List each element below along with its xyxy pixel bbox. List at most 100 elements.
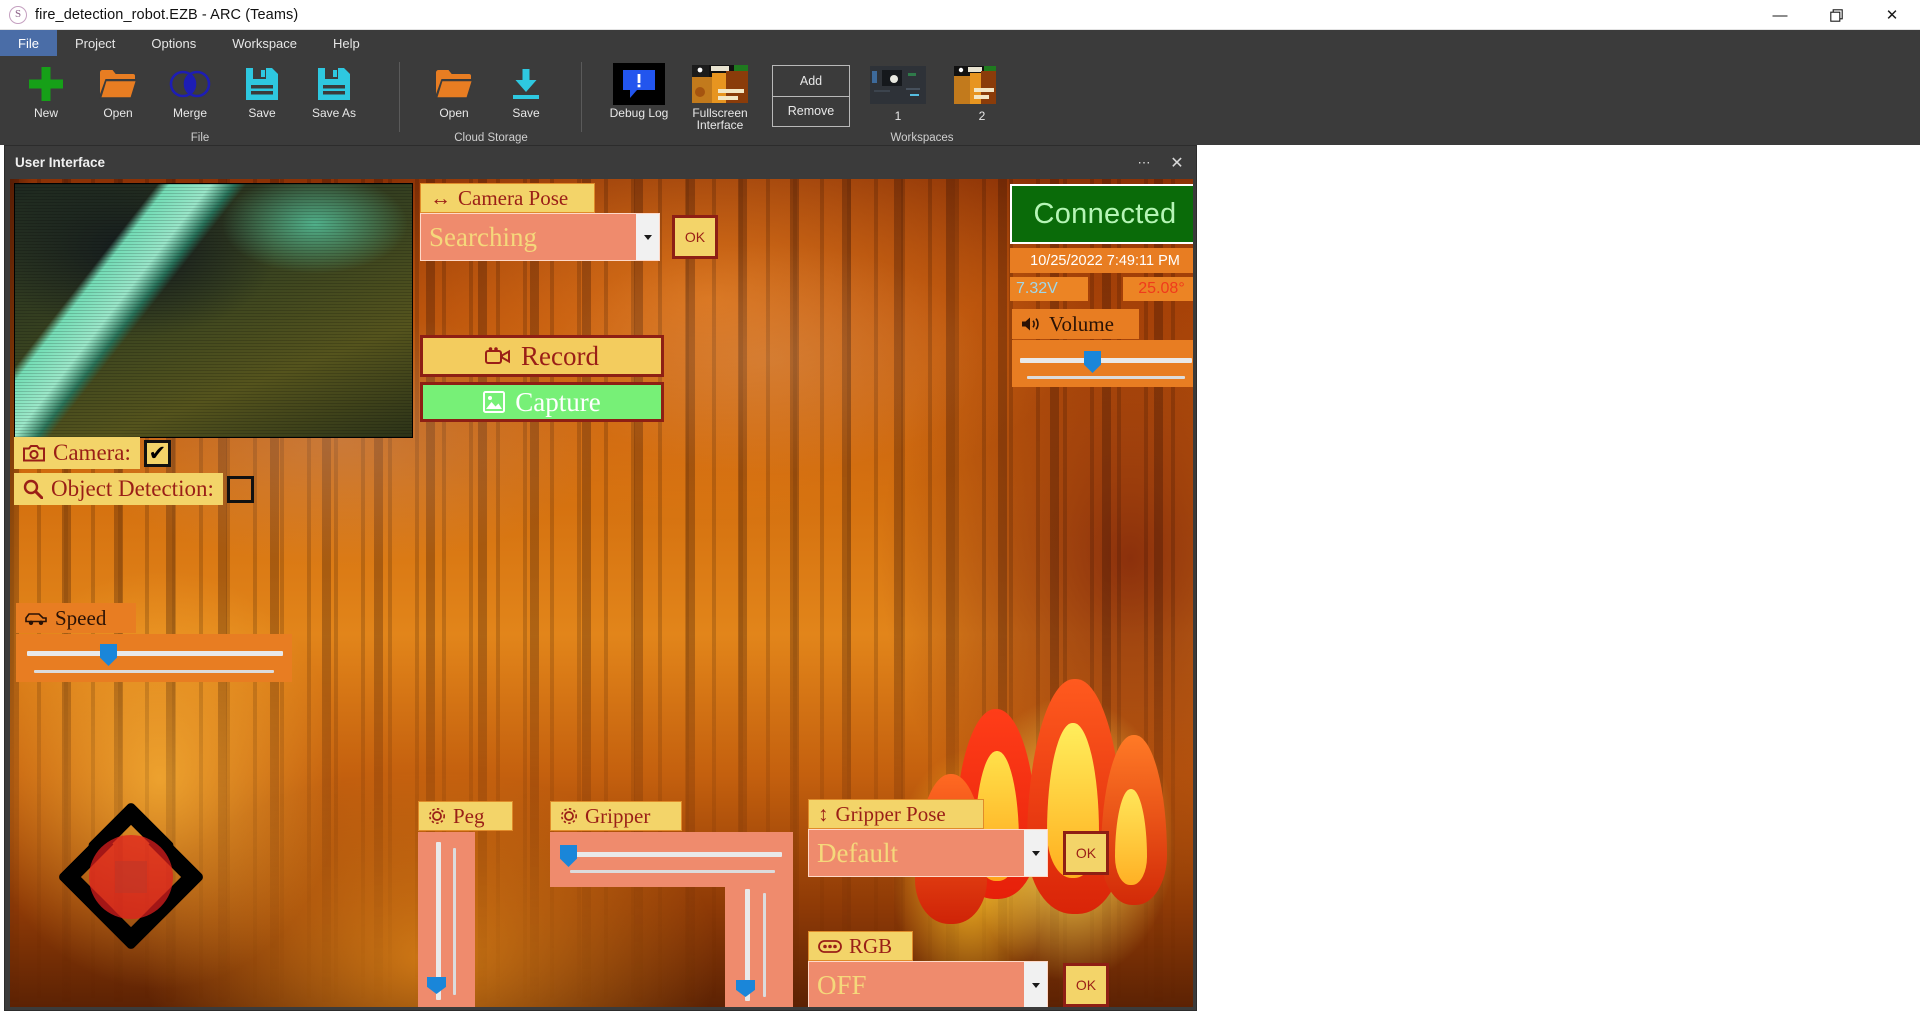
folder-open-icon bbox=[435, 64, 473, 104]
object-detection-toggle-row[interactable]: Object Detection: bbox=[14, 473, 254, 505]
chevron-down-icon[interactable] bbox=[1024, 830, 1047, 876]
record-button[interactable]: Record bbox=[420, 335, 664, 377]
peg-header: Peg bbox=[418, 801, 513, 831]
camera-pose-header-label: Camera Pose bbox=[458, 186, 568, 211]
ribbon-body: New Open Merge Save bbox=[0, 56, 1920, 145]
ribbon-group-workspaces-label: Workspaces bbox=[822, 132, 1022, 144]
rgb-value: OFF bbox=[809, 962, 1024, 1007]
workspace-thumb-1-label: 1 bbox=[895, 109, 902, 123]
camera-icon bbox=[23, 444, 45, 462]
camera-preview[interactable] bbox=[14, 183, 413, 438]
floppy-disk-icon bbox=[244, 64, 280, 104]
camera-toggle-checkbox[interactable]: ✔ bbox=[144, 440, 171, 467]
gripper-pose-ok-button[interactable]: OK bbox=[1063, 831, 1109, 875]
volume-slider[interactable] bbox=[1012, 340, 1193, 387]
folder-open-icon bbox=[99, 64, 137, 104]
interface-canvas: ↔ Camera Pose Searching OK Record Cap bbox=[10, 179, 1193, 1007]
close-icon[interactable]: ✕ bbox=[1164, 150, 1190, 176]
workspace-remove-button[interactable]: Remove bbox=[773, 97, 849, 127]
ribbon-merge-label: Merge bbox=[173, 107, 207, 119]
capture-button-label: Capture bbox=[515, 387, 600, 418]
rgb-header: RGB bbox=[808, 931, 913, 961]
gripper-horizontal-thumb[interactable] bbox=[560, 845, 577, 867]
workspace-thumb-2-label: 2 bbox=[979, 109, 986, 123]
window-titlebar: S fire_detection_robot.EZB - ARC (Teams)… bbox=[0, 0, 1920, 30]
gripper-pose-combobox[interactable]: Default bbox=[808, 829, 1048, 877]
speed-slider[interactable] bbox=[16, 634, 292, 682]
volume-header: Volume bbox=[1012, 309, 1139, 339]
ribbon-save-label: Save bbox=[248, 107, 275, 119]
object-detection-caption: Object Detection: bbox=[14, 473, 223, 505]
ribbon-saveas-button[interactable]: Save As bbox=[298, 60, 370, 132]
synthiam-logo-icon: S bbox=[9, 6, 27, 24]
menu-help[interactable]: Help bbox=[315, 30, 378, 56]
gear-icon bbox=[428, 807, 446, 825]
gripper-vertical-thumb[interactable] bbox=[736, 980, 755, 997]
ribbon-save-button[interactable]: Save bbox=[226, 60, 298, 132]
gripper-slider-horizontal[interactable] bbox=[550, 832, 793, 887]
workspace-thumb-image bbox=[954, 66, 1010, 104]
ellipsis-icon[interactable]: ⋯ bbox=[1132, 150, 1158, 176]
ribbon-group-file-label: File bbox=[0, 132, 400, 144]
menu-workspace[interactable]: Workspace bbox=[214, 30, 315, 56]
ribbon-new-label: New bbox=[34, 107, 58, 119]
left-right-arrow-icon: ↔ bbox=[430, 186, 451, 211]
restore-icon[interactable] bbox=[1808, 0, 1864, 30]
ribbon-new-button[interactable]: New bbox=[10, 60, 82, 132]
camera-pose-combobox[interactable]: Searching bbox=[420, 213, 660, 261]
camera-toggle-row[interactable]: Camera: ✔ bbox=[14, 437, 171, 469]
camera-toggle-label: Camera: bbox=[53, 440, 131, 466]
rgb-ok-button[interactable]: OK bbox=[1063, 963, 1109, 1007]
ribbon-group-cloud-label: Cloud Storage bbox=[400, 132, 582, 144]
rgb-header-label: RGB bbox=[849, 934, 892, 959]
ribbon-merge-button[interactable]: Merge bbox=[154, 60, 226, 132]
merge-circles-icon bbox=[169, 64, 211, 104]
close-icon[interactable]: ✕ bbox=[1864, 0, 1920, 30]
gripper-slider-vertical[interactable] bbox=[725, 887, 793, 1007]
menu-project[interactable]: Project bbox=[57, 30, 133, 56]
ribbon-open-button[interactable]: Open bbox=[82, 60, 154, 132]
gripper-pose-header-label: Gripper Pose bbox=[836, 802, 946, 827]
camera-pose-value: Searching bbox=[421, 214, 636, 260]
object-detection-checkbox[interactable] bbox=[227, 476, 254, 503]
minimize-icon[interactable]: — bbox=[1752, 0, 1808, 30]
panel-title: User Interface bbox=[15, 155, 105, 170]
volume-slider-thumb[interactable] bbox=[1084, 351, 1101, 373]
peg-slider-thumb[interactable] bbox=[427, 977, 446, 994]
speed-header: Speed bbox=[16, 603, 136, 633]
status-temperature: 25.08° bbox=[1123, 277, 1193, 301]
workspace-thumb-image bbox=[870, 66, 926, 104]
peg-slider[interactable] bbox=[418, 832, 475, 1007]
window-title: fire_detection_robot.EZB - ARC (Teams) bbox=[35, 7, 298, 23]
gripper-pose-header: ↕ Gripper Pose bbox=[808, 799, 984, 829]
navigation-dpad[interactable] bbox=[18, 762, 243, 992]
speed-slider-thumb[interactable] bbox=[100, 644, 117, 666]
connection-status-badge: Connected bbox=[1010, 184, 1193, 244]
ribbon-fullscreen-button[interactable]: Fullscreen Interface bbox=[678, 60, 762, 132]
fullscreen-thumbnail-icon bbox=[692, 64, 748, 104]
ribbon-debug-log-button[interactable]: Debug Log bbox=[600, 60, 678, 132]
ribbon-group-file: New Open Merge Save bbox=[0, 56, 400, 145]
capture-button[interactable]: Capture bbox=[420, 382, 664, 422]
camera-pose-ok-button[interactable]: OK bbox=[672, 215, 718, 259]
menu-options[interactable]: Options bbox=[133, 30, 214, 56]
ribbon-cloud-save-label: Save bbox=[512, 107, 539, 119]
chevron-down-icon[interactable] bbox=[636, 214, 659, 260]
panel-header: User Interface ⋯ ✕ bbox=[5, 146, 1196, 179]
ribbon-saveas-label: Save As bbox=[312, 107, 356, 119]
speech-bubble-alert-icon bbox=[613, 64, 665, 104]
chevron-down-icon[interactable] bbox=[1024, 962, 1047, 1007]
picture-icon bbox=[483, 391, 505, 413]
status-datetime: 10/25/2022 7:49:11 PM bbox=[1010, 248, 1193, 273]
gripper-pose-value: Default bbox=[809, 830, 1024, 876]
ribbon-group-workspaces: Add Remove 1 bbox=[762, 56, 1062, 145]
stop-square-icon[interactable] bbox=[89, 835, 173, 919]
speaker-icon bbox=[1021, 316, 1041, 332]
workspace-area: User Interface ⋯ ✕ bbox=[0, 145, 1920, 1015]
menu-file[interactable]: File bbox=[0, 30, 57, 56]
rgb-combobox[interactable]: OFF bbox=[808, 961, 1048, 1007]
plus-icon bbox=[27, 64, 65, 104]
workspace-add-button[interactable]: Add bbox=[773, 66, 849, 97]
ribbon-cloud-save-button[interactable]: Save bbox=[490, 60, 562, 132]
ribbon-cloud-open-button[interactable]: Open bbox=[418, 60, 490, 132]
